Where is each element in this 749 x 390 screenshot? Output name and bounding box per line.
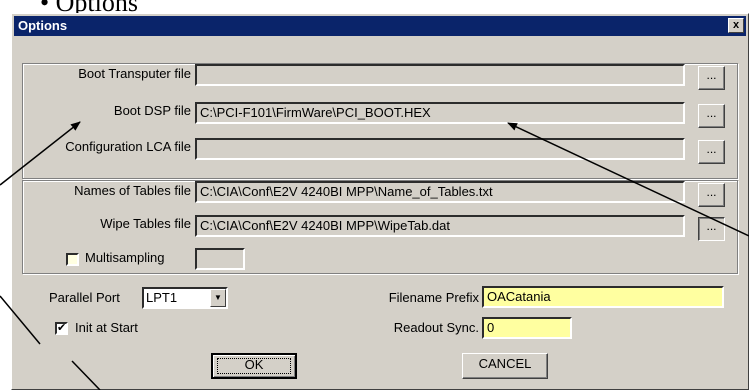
boot-dsp-browse-button[interactable]: ...: [698, 104, 725, 128]
boot-transputer-label: Boot Transputer file: [78, 66, 191, 81]
boot-transputer-field[interactable]: [195, 64, 685, 86]
boot-transputer-browse-button[interactable]: ...: [698, 66, 725, 90]
boot-dsp-label: Boot DSP file: [113, 103, 191, 118]
init-at-start-label: Init at Start: [75, 320, 138, 335]
multisampling-label: Multisampling: [85, 250, 165, 265]
parallel-port-label: Parallel Port: [49, 290, 120, 305]
dialog-titlebar[interactable]: Options x: [14, 16, 746, 36]
parallel-port-select[interactable]: LPT1 ▼: [142, 287, 228, 309]
readout-sync-input[interactable]: 0: [482, 317, 572, 339]
readout-sync-label: Readout Sync.: [393, 320, 479, 335]
cancel-label: CANCEL: [478, 356, 532, 371]
checkmark-icon: ✔: [57, 322, 67, 334]
init-at-start-checkbox[interactable]: ✔: [55, 322, 68, 335]
filename-prefix-input[interactable]: OACatania: [482, 286, 724, 308]
close-button[interactable]: x: [728, 18, 744, 33]
names-tables-field[interactable]: C:\CIA\Conf\E2V 4240BI MPP\Name_of_Table…: [195, 181, 685, 203]
parallel-port-value: LPT1: [146, 290, 178, 305]
wipe-tables-label: Wipe Tables file: [100, 216, 191, 231]
names-tables-label: Names of Tables file: [74, 183, 191, 198]
wipe-tables-browse-button[interactable]: ...: [698, 217, 725, 241]
config-lca-browse-button[interactable]: ...: [698, 140, 725, 164]
wipe-tables-field[interactable]: C:\CIA\Conf\E2V 4240BI MPP\WipeTab.dat: [195, 215, 685, 237]
ok-button[interactable]: OK: [211, 353, 297, 379]
boot-dsp-field[interactable]: C:\PCI-F101\FirmWare\PCI_BOOT.HEX: [195, 102, 685, 124]
config-lca-field[interactable]: [195, 138, 685, 160]
options-dialog: Options x Boot Transputer file ... Boot …: [11, 13, 749, 390]
chevron-down-icon[interactable]: ▼: [210, 289, 226, 307]
names-tables-browse-button[interactable]: ...: [698, 183, 725, 207]
config-lca-label: Configuration LCA file: [65, 139, 191, 154]
dialog-title: Options: [18, 18, 68, 33]
cancel-button[interactable]: CANCEL: [462, 353, 548, 379]
filename-prefix-label: Filename Prefix: [388, 290, 479, 305]
close-icon: x: [732, 19, 740, 31]
multisampling-checkbox[interactable]: [66, 253, 79, 266]
multisampling-field[interactable]: [195, 248, 245, 270]
focus-rectangle: [217, 358, 291, 374]
